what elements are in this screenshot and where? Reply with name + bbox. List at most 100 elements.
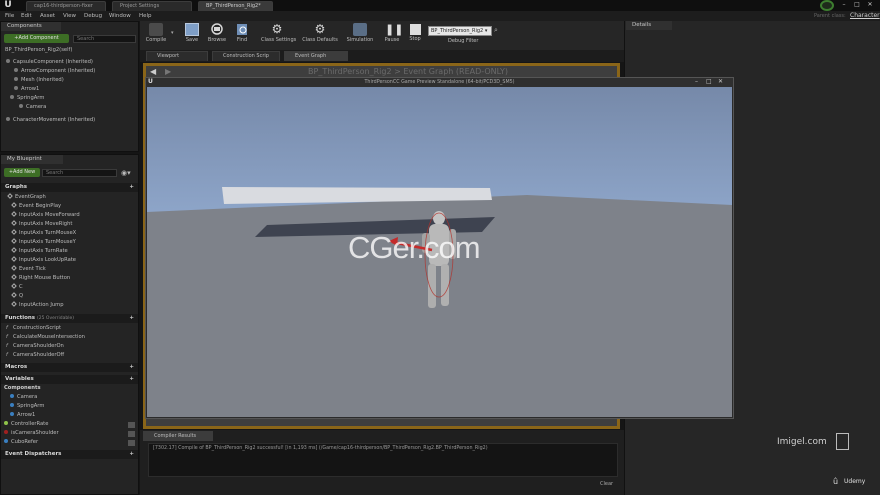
parent-class-link[interactable]: Character — [850, 11, 880, 21]
menu-help[interactable]: Help — [139, 11, 152, 21]
tab-event-graph[interactable]: Event Graph — [284, 51, 348, 61]
readonly-label: (READ-ONLY) — [455, 67, 509, 76]
menu-window[interactable]: Window — [109, 11, 131, 21]
variable-label: Camera — [17, 394, 38, 400]
event-item[interactable]: Q — [11, 292, 80, 301]
menu-view[interactable]: View — [63, 11, 76, 21]
class-settings-button[interactable]: ⚙ Class Settings — [261, 23, 296, 49]
function-item[interactable]: f CameraShoulderOn — [6, 342, 85, 351]
event-dispatchers-label: Event Dispatchers — [5, 451, 62, 457]
stop-icon — [409, 24, 421, 35]
eye-toggle-icon[interactable] — [128, 422, 135, 428]
debug-object-select[interactable]: BP_ThirdPerson_Rig2 ▾ — [428, 26, 492, 36]
event-item[interactable]: InputAxis MoveRight — [11, 220, 80, 229]
variable-item[interactable]: Arrow1 — [10, 411, 44, 420]
event-item[interactable]: C — [11, 283, 80, 292]
clear-button[interactable]: Clear — [600, 481, 613, 487]
menu-file[interactable]: File — [5, 11, 14, 21]
simulation-button[interactable]: Simulation — [345, 23, 375, 49]
add-graph-icon[interactable]: + — [129, 183, 134, 192]
component-mesh[interactable]: Mesh (Inherited) — [14, 76, 64, 85]
function-item[interactable]: f ConstructionScript — [6, 324, 85, 333]
close-icon[interactable]: ✕ — [866, 1, 874, 9]
eye-toggle-icon[interactable] — [128, 431, 135, 437]
graphs-section[interactable]: Graphs + — [1, 183, 138, 192]
component-camera[interactable]: Camera — [19, 103, 46, 112]
compile-options-icon[interactable]: ▾ — [171, 30, 174, 36]
function-icon: f — [6, 343, 8, 349]
tab-project[interactable]: cap16-thirdperson-fixer — [26, 1, 106, 11]
simulation-icon — [353, 23, 367, 36]
add-macro-icon[interactable]: + — [129, 363, 134, 372]
add-variable-icon[interactable]: + — [129, 375, 134, 384]
tab-project-settings[interactable]: Project Settings — [112, 1, 192, 11]
add-component-button[interactable]: +Add Component — [4, 34, 69, 43]
event-label: Event Tick — [19, 266, 46, 272]
overridable-count[interactable]: (25 Overridable) — [37, 316, 74, 321]
variable-item[interactable]: CuboRefer — [4, 438, 59, 447]
game-maximize-icon[interactable]: □ — [706, 78, 712, 85]
eye-icon[interactable]: ◉▾ — [121, 169, 131, 177]
blueprint-search-input[interactable]: Search — [42, 169, 117, 177]
tab-construction-script[interactable]: Construction Scrip — [212, 51, 280, 61]
variables-section[interactable]: Variables + — [1, 375, 138, 384]
game-close-icon[interactable]: ✕ — [718, 78, 723, 85]
component-capsule[interactable]: CapsuleComponent (Inherited) — [6, 58, 93, 67]
event-item[interactable]: Event Tick — [11, 265, 80, 274]
variable-type-icon — [10, 403, 14, 407]
variable-item[interactable]: Camera — [10, 393, 44, 402]
macros-section[interactable]: Macros + — [1, 363, 138, 372]
variable-item[interactable]: isCameraShoulder — [4, 429, 59, 438]
variable-item[interactable]: ControllerRate — [4, 420, 59, 429]
add-dispatcher-icon[interactable]: + — [129, 450, 134, 459]
component-arrow1[interactable]: Arrow1 — [14, 85, 39, 94]
find-button[interactable]: Find — [227, 23, 257, 49]
event-item[interactable]: InputAxis TurnMouseX — [11, 229, 80, 238]
compile-button[interactable]: Compile — [141, 23, 171, 49]
component-springarm[interactable]: SpringArm — [10, 94, 44, 103]
eye-toggle-icon[interactable] — [128, 440, 135, 446]
self-item[interactable]: BP_ThirdPerson_Rig2(self) — [5, 46, 72, 55]
menu-edit[interactable]: Edit — [21, 11, 32, 21]
find-label: Find — [236, 37, 248, 43]
game-minimize-icon[interactable]: – — [695, 78, 698, 85]
maximize-icon[interactable]: □ — [853, 1, 861, 9]
add-function-icon[interactable]: + — [129, 314, 134, 323]
variable-item[interactable]: SpringArm — [10, 402, 44, 411]
debug-select-value: BP_ThirdPerson_Rig2 — [431, 28, 484, 34]
function-icon: f — [6, 325, 8, 331]
components-category[interactable]: Components — [4, 384, 41, 393]
tab-label: BP_ThirdPerson_Rig2* — [206, 3, 261, 9]
event-item[interactable]: InputAction Jump — [11, 301, 80, 310]
menu-debug[interactable]: Debug — [84, 11, 102, 21]
tab-blueprint[interactable]: BP_ThirdPerson_Rig2* — [198, 1, 273, 11]
function-item[interactable]: f CameraShoulderOff — [6, 351, 85, 360]
function-item[interactable]: f CalculateMouseIntersection — [6, 333, 85, 342]
event-dispatchers-section[interactable]: Event Dispatchers + — [1, 450, 138, 459]
event-item[interactable]: InputAxis LookUpRate — [11, 256, 80, 265]
stop-button[interactable]: Stop — [400, 23, 430, 49]
source-control-icon[interactable] — [820, 0, 834, 11]
tab-viewport[interactable]: Viewport — [146, 51, 208, 61]
add-new-button[interactable]: +Add New — [4, 168, 40, 177]
log-line: [7302.17] Compile of BP_ThirdPerson_Rig2… — [153, 446, 488, 451]
forward-arrow-icon[interactable]: ▶ — [165, 67, 171, 76]
event-item[interactable]: Event BeginPlay — [11, 202, 80, 211]
event-item[interactable]: InputAxis TurnMouseY — [11, 238, 80, 247]
tab-compiler-results[interactable]: Compiler Results — [143, 431, 213, 441]
menu-asset[interactable]: Asset — [40, 11, 55, 21]
event-item[interactable]: InputAxis MoveForward — [11, 211, 80, 220]
component-charmovement[interactable]: CharacterMovement (Inherited) — [6, 116, 95, 125]
class-defaults-button[interactable]: ⚙ Class Defaults — [302, 23, 338, 49]
event-item[interactable]: Right Mouse Button — [11, 274, 80, 283]
defaults-icon: ⚙ — [314, 22, 326, 36]
event-graph-item[interactable]: EventGraph — [7, 193, 46, 202]
components-search-input[interactable]: Search — [73, 35, 136, 43]
event-label: Event BeginPlay — [19, 203, 62, 209]
debug-search-icon[interactable]: ⌕ — [494, 26, 498, 35]
back-arrow-icon[interactable]: ◀ — [150, 67, 156, 76]
component-arrow[interactable]: ArrowComponent (Inherited) — [14, 67, 95, 76]
functions-section[interactable]: Functions (25 Overridable) + — [1, 314, 138, 323]
event-item[interactable]: InputAxis TurnRate — [11, 247, 80, 256]
minimize-icon[interactable]: – — [840, 1, 848, 9]
